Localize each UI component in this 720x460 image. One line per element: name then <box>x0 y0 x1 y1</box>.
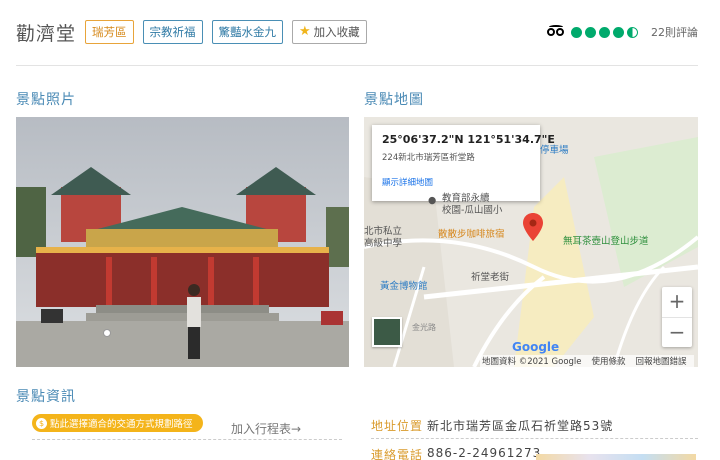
location-info-card: 25°06'37.2"N 121°51'34.7"E 224新北市瑞芳區祈堂路 … <box>372 125 555 201</box>
coin-icon: $ <box>36 417 47 429</box>
school-icon: ● <box>428 195 437 206</box>
attraction-map[interactable]: 25°06'37.2"N 121°51'34.7"E 224新北市瑞芳區祈堂路 … <box>364 117 698 367</box>
page-title: 勸濟堂 <box>16 22 77 45</box>
view-larger-map-link[interactable]: 顯示詳細地圖 <box>382 176 530 188</box>
map-label-road: 金光路 <box>412 323 436 332</box>
section-heading-map: 景點地圖 <box>364 92 424 108</box>
plan-route-label: 點此選擇適合的交通方式規劃路徑 <box>50 419 193 430</box>
zoom-in-button[interactable]: + <box>662 287 692 317</box>
favorite-label: 加入收藏 <box>313 25 360 39</box>
divider <box>371 438 698 439</box>
decorative-strip <box>536 454 696 460</box>
attraction-header: 勸濟堂 瑞芳區 宗教祈福 驚豔水金九 ★ 加入收藏 22則評論 <box>16 18 698 46</box>
section-heading-info: 景點資訊 <box>16 389 76 405</box>
review-count[interactable]: 22則評論 <box>651 24 698 40</box>
address-value: 新北市瑞芳區金瓜石祈堂路53號 <box>427 419 614 433</box>
tag-region[interactable]: 瑞芳區 <box>85 20 134 44</box>
divider <box>32 439 342 440</box>
map-label-parking[interactable]: 停車場 <box>540 145 569 157</box>
phone-label: 連絡電話 <box>371 448 424 460</box>
section-heading-photo: 景點照片 <box>16 92 76 108</box>
map-data-credit: 地圖資料 ©2021 Google <box>482 357 582 367</box>
carousel-dot[interactable] <box>103 329 111 337</box>
map-label-trail[interactable]: 無耳茶壺山登山步道 <box>563 236 649 248</box>
map-label-private-school[interactable]: 北市私立 高級中學 <box>364 226 402 250</box>
rating[interactable]: 22則評論 <box>547 24 698 40</box>
rating-bubble-icon <box>599 26 610 38</box>
coordinates: 25°06'37.2"N 121°51'34.7"E <box>382 133 555 146</box>
temple-photo-illustration <box>16 117 349 367</box>
rating-bubble-icon <box>613 26 624 38</box>
tripadvisor-owl-icon <box>547 25 565 39</box>
rating-bubble-icon <box>571 26 582 38</box>
address-label: 地址位置 <box>371 419 424 433</box>
map-attribution: 地圖資料 ©2021 Google 使用條款 回報地圖錯誤 <box>480 355 694 367</box>
tag-theme[interactable]: 驚豔水金九 <box>211 20 284 44</box>
add-itinerary-link[interactable]: 加入行程表→ <box>231 420 301 437</box>
map-label-school[interactable]: 教育部永續 校園-瓜山國小 <box>442 193 502 217</box>
attraction-photo[interactable] <box>16 117 349 367</box>
plan-route-button[interactable]: $ 點此選擇適合的交通方式規劃路徑 <box>32 414 203 432</box>
rating-half-bubble-icon <box>627 26 638 38</box>
header-divider <box>16 65 698 66</box>
add-favorite-button[interactable]: ★ 加入收藏 <box>292 20 367 44</box>
phone-value[interactable]: 886-2-24961273 <box>427 446 541 460</box>
report-error-link[interactable]: 回報地圖錯誤 <box>636 355 687 367</box>
map-address: 224新北市瑞芳區祈堂路 <box>382 153 475 163</box>
map-label-inn[interactable]: 散散步咖啡旅宿 <box>438 229 505 241</box>
zoom-out-button[interactable]: − <box>662 317 692 347</box>
google-logo: Google <box>512 340 560 354</box>
map-pin-icon[interactable] <box>523 213 543 241</box>
satellite-view-toggle[interactable] <box>372 317 402 347</box>
map-label-street[interactable]: 祈堂老街 <box>471 272 509 284</box>
star-icon: ★ <box>299 24 311 39</box>
terms-link[interactable]: 使用條款 <box>592 355 626 367</box>
map-label-museum[interactable]: 黃金博物館 <box>380 281 428 293</box>
tag-religion[interactable]: 宗教祈福 <box>142 20 203 44</box>
zoom-control: + − <box>662 287 692 347</box>
rating-bubble-icon <box>585 26 596 38</box>
